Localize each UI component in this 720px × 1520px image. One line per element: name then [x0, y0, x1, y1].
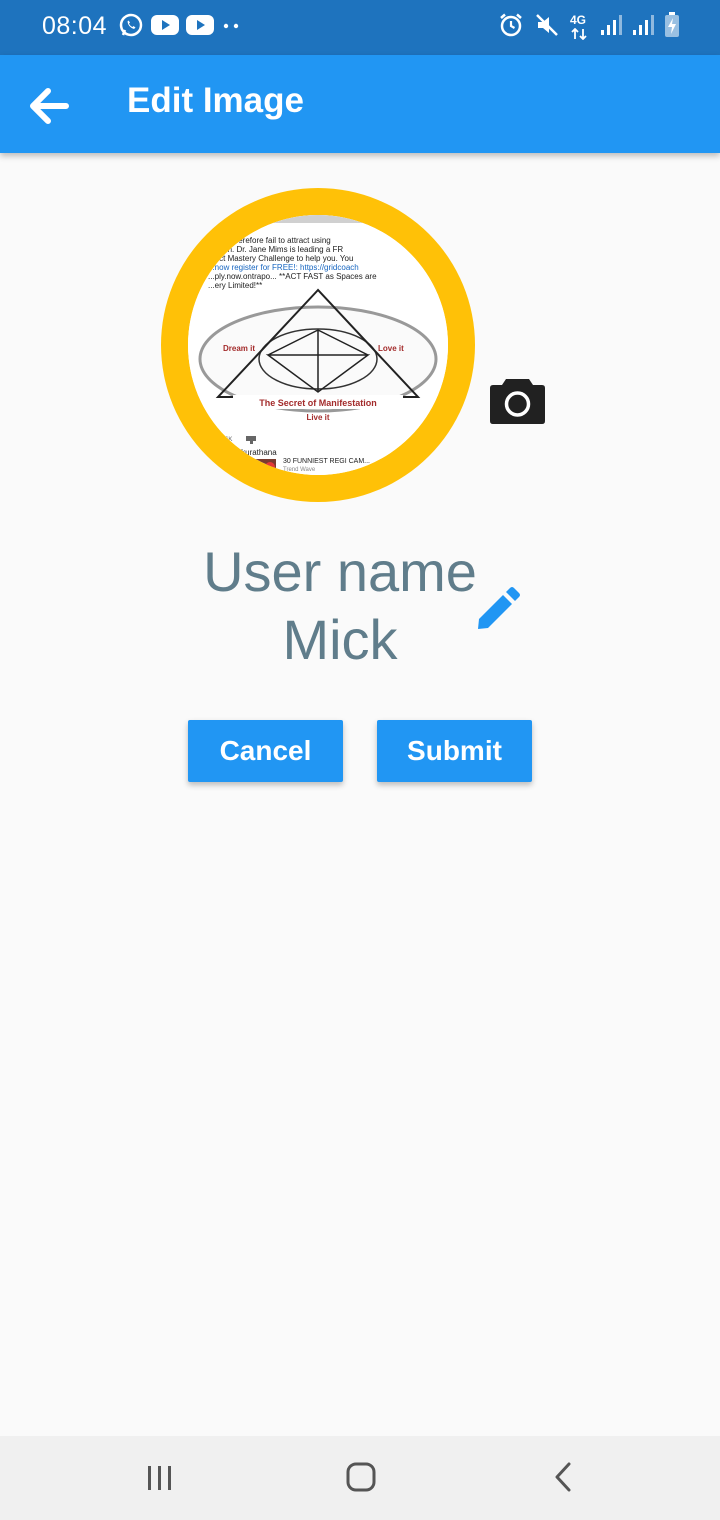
- mute-icon: [534, 12, 560, 43]
- avatar-text-line: ...so it therefore fail to attract using: [208, 236, 331, 245]
- system-back-button[interactable]: [541, 1456, 585, 1500]
- alarm-icon: [498, 12, 524, 43]
- page-title: Edit Image: [127, 81, 304, 120]
- diagram-label-right: Love it: [378, 344, 404, 353]
- app-bar: Edit Image: [0, 55, 720, 153]
- cancel-button[interactable]: Cancel: [188, 720, 343, 782]
- youtube-icon: [151, 14, 179, 41]
- avatar-ring[interactable]: ...so it therefore fail to attract using…: [161, 188, 475, 502]
- avatar-channel-name: ...ster Sri Akurathana: [202, 448, 277, 457]
- pencil-icon: [478, 587, 520, 629]
- recent-apps-icon: [148, 1466, 171, 1490]
- diagram-label-left: Dream it: [223, 344, 255, 353]
- network-type-label: 4G: [570, 13, 587, 27]
- avatar-screenshot: ...so it therefore fail to attract using…: [188, 215, 448, 475]
- avatar-video-title: 30 FUNNIEST REGI CAM...: [283, 458, 370, 465]
- system-nav-bar: [0, 1436, 720, 1520]
- avatar-text-line: ...ply.now.ontrapo... **ACT FAST as Spac…: [208, 272, 377, 281]
- signal-icon: [600, 14, 622, 41]
- home-icon: [346, 1462, 376, 1492]
- diagram-label-bottom: Live it: [306, 413, 329, 422]
- camera-icon: [490, 379, 545, 424]
- youtube-icon: [186, 14, 214, 41]
- avatar-like-count: 1.6K: [220, 437, 232, 443]
- back-button[interactable]: [26, 83, 72, 129]
- status-time: 08:04: [42, 12, 108, 40]
- recent-apps-button[interactable]: [138, 1456, 182, 1500]
- status-notification-icons: [118, 12, 241, 42]
- whatsapp-icon: [118, 12, 144, 43]
- battery-charging-icon: [664, 11, 680, 43]
- network-4g-icon: 4G: [570, 13, 590, 41]
- edit-username-button[interactable]: [474, 585, 522, 633]
- avatar-text-line: ...ect Mastery Challenge to help you. Yo…: [208, 254, 353, 263]
- more-dots-icon: [221, 18, 241, 36]
- signal-icon: [632, 14, 654, 41]
- submit-button[interactable]: Submit: [377, 720, 532, 782]
- change-photo-button[interactable]: [489, 377, 546, 426]
- back-icon: [555, 1462, 571, 1492]
- avatar-text-line: ...now register for FREE!: https://gridc…: [208, 263, 359, 272]
- diagram-banner: The Secret of Manifestation: [259, 398, 377, 408]
- avatar-image: ...so it therefore fail to attract using…: [188, 215, 448, 475]
- avatar-video-subtitle: Trend Wave: [283, 467, 316, 473]
- arrow-back-icon: [30, 88, 69, 124]
- status-bar: 08:04 4G: [0, 0, 720, 55]
- avatar-text-line: ...ery Limited!**: [208, 281, 262, 290]
- avatar-text-line: ...ntion. Dr. Jane Mims is leading a FR: [208, 245, 343, 254]
- home-button[interactable]: [339, 1456, 383, 1500]
- status-system-icons: 4G: [498, 11, 680, 43]
